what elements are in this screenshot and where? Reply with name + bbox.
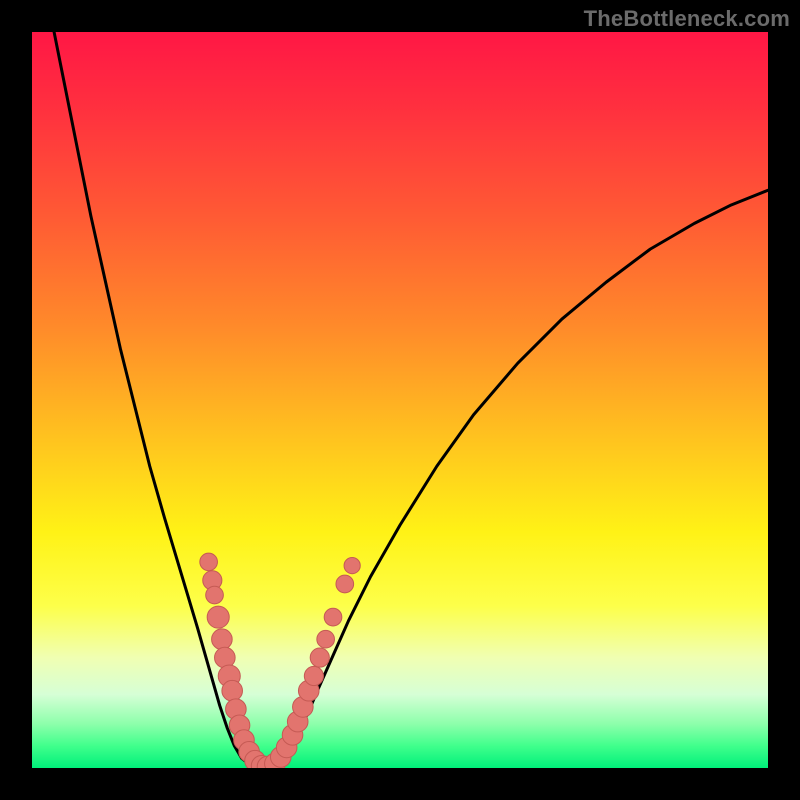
data-dot — [222, 680, 243, 701]
data-dot — [317, 630, 335, 648]
data-dot — [304, 666, 323, 685]
data-dot — [206, 586, 224, 604]
data-dot — [344, 558, 360, 574]
chart-frame: TheBottleneck.com — [0, 0, 800, 800]
chart-background-gradient — [32, 32, 768, 768]
data-dot — [207, 606, 229, 628]
data-dot — [324, 608, 342, 626]
data-dot — [200, 553, 218, 571]
data-dot — [212, 629, 233, 650]
chart-plot-area — [32, 32, 768, 768]
watermark-label: TheBottleneck.com — [584, 6, 790, 32]
chart-svg — [32, 32, 768, 768]
data-dot — [310, 648, 329, 667]
data-dot — [336, 575, 354, 593]
